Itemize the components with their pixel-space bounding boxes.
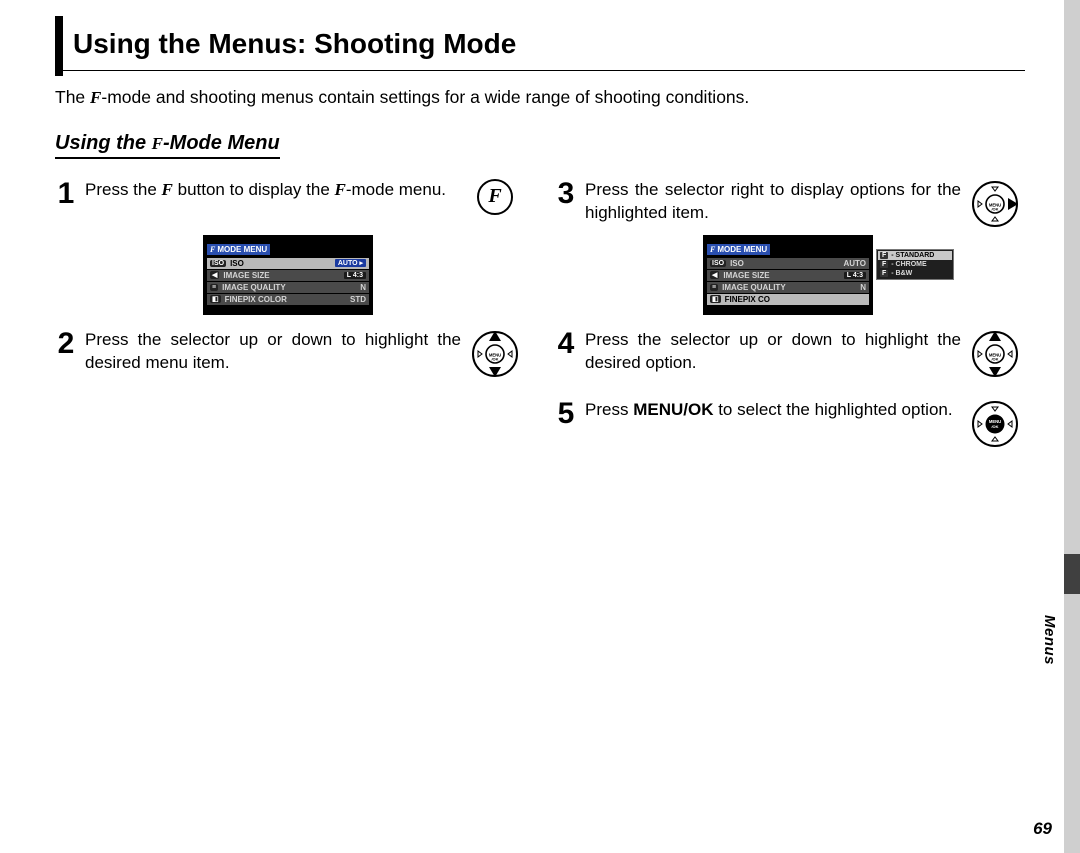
section-subheading: Using the F-Mode Menu (55, 132, 280, 159)
lcd-mock-options: FMODE MENU ISOISO AUTO ◀IMAGE SIZE L 4:3… (555, 235, 1021, 315)
step-number: 2 (55, 329, 77, 359)
step-number: 4 (555, 329, 577, 359)
mock-title: FMODE MENU (707, 244, 770, 255)
selector-up-down-icon: MENU /OK (970, 329, 1020, 379)
title-accent-bar (55, 16, 63, 76)
step-4: 4 Press the selector up or down to highl… (555, 329, 1021, 377)
left-column: 1 Press the F button to display the F-mo… (55, 169, 521, 447)
svg-text:/OK: /OK (991, 206, 998, 211)
step-icon: MENU /OK (969, 179, 1021, 231)
step-text: Press MENU/OK to select the high­lighted… (585, 399, 961, 422)
svg-text:/OK: /OK (491, 356, 498, 361)
popup-option-bw: F- B&W (878, 269, 952, 278)
mock-row-iso: ISOISO AUTO ▸ (207, 258, 369, 269)
selector-right-icon: MENU /OK (970, 179, 1020, 229)
page-content: Using the Menus: Shooting Mode The F-mod… (55, 0, 1025, 853)
page-title-block: Using the Menus: Shooting Mode (55, 0, 1025, 68)
step-text: Press the selector up or down to highlig… (585, 329, 961, 375)
step-icon: MENU /OK (969, 329, 1021, 381)
section-tab-mark (1064, 554, 1080, 594)
mock-row-image-size: ◀IMAGE SIZE L 4:3 (707, 270, 869, 281)
step-1: 1 Press the F button to display the F-mo… (55, 179, 521, 227)
title-underline (55, 70, 1025, 71)
step-icon: F (469, 179, 521, 231)
page-number: 69 (1033, 819, 1052, 839)
selector-up-down-icon: MENU /OK (470, 329, 520, 379)
manual-page: Using the Menus: Shooting Mode The F-mod… (0, 0, 1080, 853)
f-glyph-icon: F (90, 87, 101, 110)
step-text: Press the F button to display the F-mode… (85, 179, 461, 202)
mock-row-iso: ISOISO AUTO (707, 258, 869, 269)
mock-row-finepix-color: ◧FINEPIX CO (707, 294, 869, 305)
svg-text:/OK: /OK (991, 356, 998, 361)
step-icon: MENU /OK (969, 399, 1021, 451)
intro-text: The F-mode and shooting menus contain se… (55, 68, 1025, 110)
step-number: 3 (555, 179, 577, 209)
step-3: 3 Press the selector right to display op… (555, 179, 1021, 227)
page-title: Using the Menus: Shooting Mode (55, 28, 1025, 68)
mock-title: FMODE MENU (207, 244, 270, 255)
right-column: 3 Press the selector right to display op… (555, 169, 1021, 447)
mock-row-image-quality: ≡IMAGE QUALITY N (707, 282, 869, 293)
lcd-mock-fmode-menu: FMODE MENU ISOISO AUTO ▸ ◀IMAGE SIZE L 4… (203, 235, 373, 315)
f-glyph-icon: F (162, 179, 173, 202)
step-5: 5 Press MENU/OK to select the high­light… (555, 399, 1021, 447)
selector-ok-icon: MENU /OK (970, 399, 1020, 449)
mock-row-image-size: ◀IMAGE SIZE L 4:3 (207, 270, 369, 281)
page-edge-rail (1064, 0, 1080, 853)
step-number: 1 (55, 179, 77, 209)
popup-option-standard: F- STANDARD (878, 251, 952, 260)
section-side-label: Menus (1041, 615, 1058, 665)
options-popup: F- STANDARD F- CHROME F- B&W (876, 249, 954, 280)
f-button-icon: F (477, 179, 513, 215)
step-2: 2 Press the selector up or down to highl… (55, 329, 521, 377)
step-text: Press the selector up or down to highlig… (85, 329, 461, 375)
step-icon: MENU /OK (469, 329, 521, 381)
two-column-layout: 1 Press the F button to display the F-mo… (55, 169, 1025, 447)
f-glyph-icon: F (335, 179, 346, 202)
svg-text:/OK: /OK (991, 424, 998, 429)
mock-row-image-quality: ≡IMAGE QUALITY N (207, 282, 369, 293)
step-text: Press the selector right to display opti… (585, 179, 961, 225)
step-number: 5 (555, 399, 577, 429)
mock-row-finepix-color: ◧FINEPIX COLOR STD (207, 294, 369, 305)
popup-option-chrome: F- CHROME (878, 260, 952, 269)
f-glyph-icon: F (152, 134, 163, 154)
